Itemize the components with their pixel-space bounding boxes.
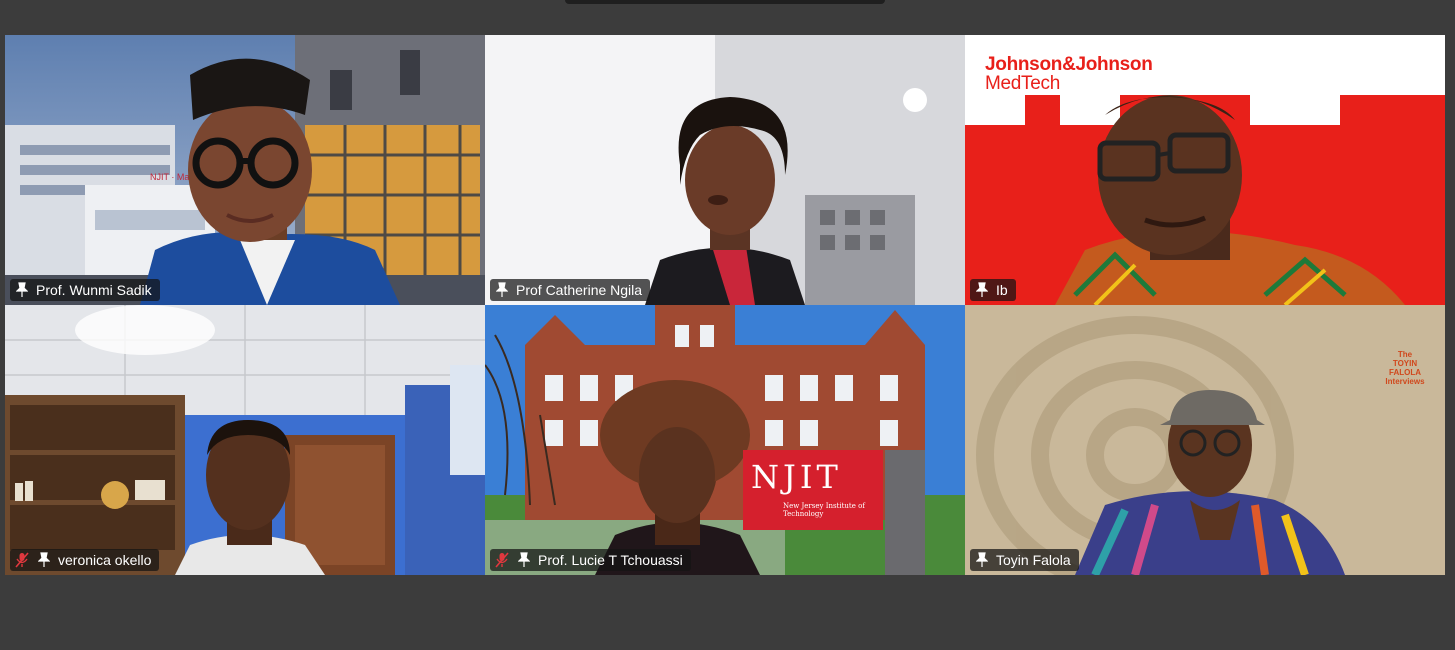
jj-medtech-logo: Johnson&Johnson MedTech	[985, 54, 1153, 94]
participant-name: Prof. Wunmi Sadik	[36, 282, 152, 298]
pin-icon[interactable]	[974, 282, 990, 298]
pin-icon[interactable]	[36, 552, 52, 568]
mic-muted-icon[interactable]	[14, 552, 30, 568]
video-tile-wunmi-sadik[interactable]: NJIT · Makr Prof. Wunmi Sadik	[5, 35, 485, 305]
participant-name: veronica okello	[58, 552, 152, 568]
participant-name: Toyin Falola	[996, 552, 1071, 568]
participant-name: Ib	[996, 282, 1008, 298]
njit-sign: NJIT New Jersey Institute of Technology	[743, 450, 883, 530]
pin-icon[interactable]	[516, 552, 532, 568]
top-bar-handle	[565, 0, 885, 4]
pin-icon[interactable]	[14, 282, 30, 298]
participant-name-tag: Prof Catherine Ngila	[490, 279, 651, 301]
camera-feed-room	[5, 305, 485, 575]
video-tile-lucie-tchouassi[interactable]: NJIT New Jersey Institute of Technology …	[485, 305, 965, 575]
video-tile-catherine-ngila[interactable]: Prof Catherine Ngila	[485, 35, 965, 305]
mic-muted-icon[interactable]	[494, 552, 510, 568]
participant-name-tag: Prof. Wunmi Sadik	[10, 279, 160, 301]
virtual-background-njit	[485, 305, 965, 575]
falola-interviews-logo: The TOYIN FALOLA Interviews	[1385, 350, 1425, 386]
virtual-background-falola	[965, 305, 1445, 575]
participant-name-tag: Toyin Falola	[970, 549, 1079, 571]
video-tile-ib[interactable]: Johnson&Johnson MedTech Ib	[965, 35, 1445, 305]
video-tile-veronica-okello[interactable]: veronica okello	[5, 305, 485, 575]
participant-name-tag: Prof. Lucie T Tchouassi	[490, 549, 691, 571]
participant-name-tag: veronica okello	[10, 549, 160, 571]
camera-feed-office	[485, 35, 965, 305]
video-grid: NJIT · Makr Prof. Wunmi Sadik Prof Cathe…	[5, 35, 1445, 575]
pin-icon[interactable]	[974, 552, 990, 568]
participant-name-tag: Ib	[970, 279, 1016, 301]
participant-name: Prof. Lucie T Tchouassi	[538, 552, 683, 568]
video-tile-toyin-falola[interactable]: The TOYIN FALOLA Interviews Toyin Falola	[965, 305, 1445, 575]
pin-icon[interactable]	[494, 282, 510, 298]
participant-name: Prof Catherine Ngila	[516, 282, 643, 298]
virtual-background-campus: NJIT · Makr	[5, 35, 485, 305]
